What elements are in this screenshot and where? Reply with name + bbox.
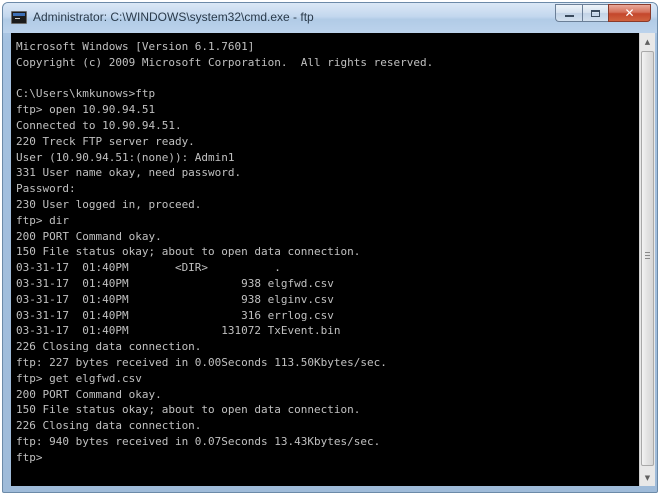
maximize-icon	[591, 9, 600, 17]
close-icon: ✕	[624, 6, 635, 20]
maximize-button[interactable]	[582, 4, 608, 22]
console-line: 220 Treck FTP server ready.	[16, 134, 195, 148]
console-line: 03-31-17 01:40PM <DIR> .	[16, 261, 281, 275]
console-line: Password:	[16, 182, 76, 196]
console-window: Administrator: C:\WINDOWS\system32\cmd.e…	[2, 2, 658, 493]
grip-icon	[645, 252, 650, 260]
console-line: Copyright (c) 2009 Microsoft Corporation…	[16, 55, 434, 69]
console-line: 331 User name okay, need password.	[16, 166, 242, 180]
scroll-down-icon[interactable]: ▼	[640, 469, 655, 486]
console-line: ftp: 227 bytes received in 0.00Seconds 1…	[16, 355, 387, 369]
console-line: 226 Closing data connection.	[16, 340, 202, 354]
console-line: 03-31-17 01:40PM 938 elginv.csv	[16, 292, 334, 306]
minimize-button[interactable]	[555, 4, 582, 22]
console-line: ftp> get elgfwd.csv	[16, 371, 142, 385]
console-line: 230 User logged in, proceed.	[16, 197, 202, 211]
console-output[interactable]: Microsoft Windows [Version 6.1.7601] Copy…	[11, 33, 641, 486]
window-title: Administrator: C:\WINDOWS\system32\cmd.e…	[33, 10, 314, 24]
console-line: 03-31-17 01:40PM 131072 TxEvent.bin	[16, 324, 341, 338]
console-line: 226 Closing data connection.	[16, 419, 202, 433]
console-line: User (10.90.94.51:(none)): Admin1	[16, 150, 235, 164]
minimize-icon	[564, 15, 574, 17]
console-line: Microsoft Windows [Version 6.1.7601]	[16, 40, 255, 53]
console-line: ftp> dir	[16, 213, 69, 227]
title-bar[interactable]: Administrator: C:\WINDOWS\system32\cmd.e…	[3, 3, 657, 33]
console-line: 200 PORT Command okay.	[16, 229, 162, 243]
console-line: 200 PORT Command okay.	[16, 387, 162, 401]
console-line: ftp>	[16, 450, 43, 464]
scroll-thumb[interactable]	[641, 51, 654, 466]
close-button[interactable]: ✕	[608, 4, 651, 22]
console-line: 150 File status okay; about to open data…	[16, 245, 361, 259]
window-controls: ✕	[555, 4, 651, 24]
console-icon[interactable]	[11, 11, 27, 24]
console-line: ftp> open 10.90.94.51	[16, 103, 156, 117]
console-line: ftp: 940 bytes received in 0.07Seconds 1…	[16, 434, 381, 448]
scroll-up-icon[interactable]: ▲	[640, 33, 655, 50]
console-line: 150 File status okay; about to open data…	[16, 403, 361, 417]
console-line: 03-31-17 01:40PM 316 errlog.csv	[16, 308, 334, 322]
console-line: 03-31-17 01:40PM 938 elgfwd.csv	[16, 276, 334, 290]
console-line: C:\Users\kmkunows>ftp	[16, 87, 156, 101]
console-text: Microsoft Windows [Version 6.1.7601] Copy…	[11, 33, 641, 466]
console-line: Connected to 10.90.94.51.	[16, 118, 182, 132]
vertical-scrollbar[interactable]: ▲ ▼	[639, 33, 655, 486]
